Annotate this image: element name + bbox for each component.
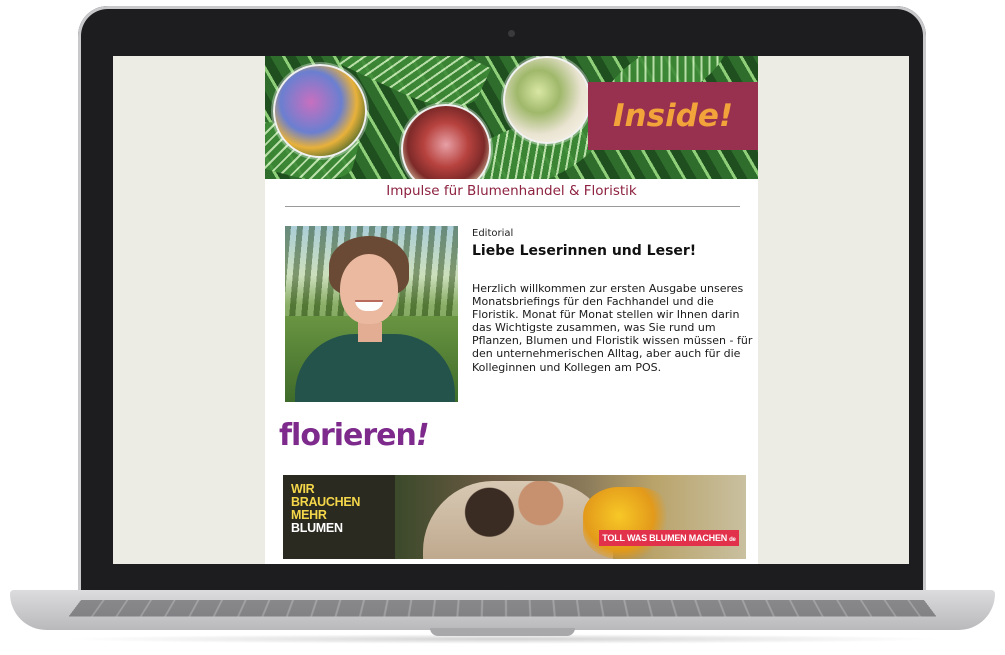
- promo-headline-panel: WIR BRAUCHEN MEHR BLUMEN: [283, 475, 395, 559]
- divider: [285, 206, 740, 207]
- photo-person-body: [295, 334, 455, 402]
- promo-banner[interactable]: WIR BRAUCHEN MEHR BLUMEN TOLL WAS BLUMEN…: [283, 475, 746, 559]
- photo-person-face: [340, 254, 398, 324]
- promo-headline: WIR BRAUCHEN MEHR BLUMEN: [291, 483, 360, 535]
- promo-slogan-suffix: MACHEN: [686, 533, 727, 543]
- editorial-body: Herzlich willkommen zur ersten Ausgabe u…: [472, 282, 757, 374]
- promo-photo-flowers: [583, 487, 673, 559]
- promo-slogan-mark: de: [729, 537, 736, 543]
- keyboard: [69, 600, 936, 616]
- promo-slogan-badge: TOLL WAS BLUMEN MACHEN de: [599, 530, 739, 546]
- tagline: Impulse für Blumenhandel & Floristik: [265, 183, 758, 199]
- editorial-title: Liebe Leserinnen und Leser!: [472, 243, 696, 259]
- promo-headline-line: BLUMEN: [291, 522, 360, 535]
- trackpad-notch: [430, 628, 575, 636]
- webcam-icon: [508, 30, 515, 37]
- editorial-label: Editorial: [472, 228, 513, 239]
- promo-slogan-highlight: BLUMEN: [649, 533, 686, 543]
- bouquet-image-1: [273, 64, 367, 158]
- promo-slogan: TOLL WAS BLUMEN MACHEN de: [602, 533, 735, 543]
- bouquet-image-2: [401, 104, 491, 179]
- laptop-screen: Inside! Impulse für Blumenhandel & Flori…: [113, 56, 909, 564]
- editorial-portrait-photo: [285, 226, 458, 402]
- newsletter-email: Inside! Impulse für Blumenhandel & Flori…: [265, 56, 758, 564]
- photo-person-neck: [358, 322, 382, 342]
- promo-slogan-prefix: TOLL WAS: [602, 533, 649, 543]
- inside-badge[interactable]: Inside!: [588, 82, 758, 150]
- dahlia-image: [503, 56, 591, 144]
- inside-badge-text: Inside!: [613, 98, 733, 134]
- florieren-logo-mark: !: [416, 418, 429, 453]
- header-banner: Inside!: [265, 56, 758, 179]
- florieren-logo[interactable]: florieren!: [279, 418, 429, 453]
- florieren-logo-word: florieren: [279, 418, 416, 453]
